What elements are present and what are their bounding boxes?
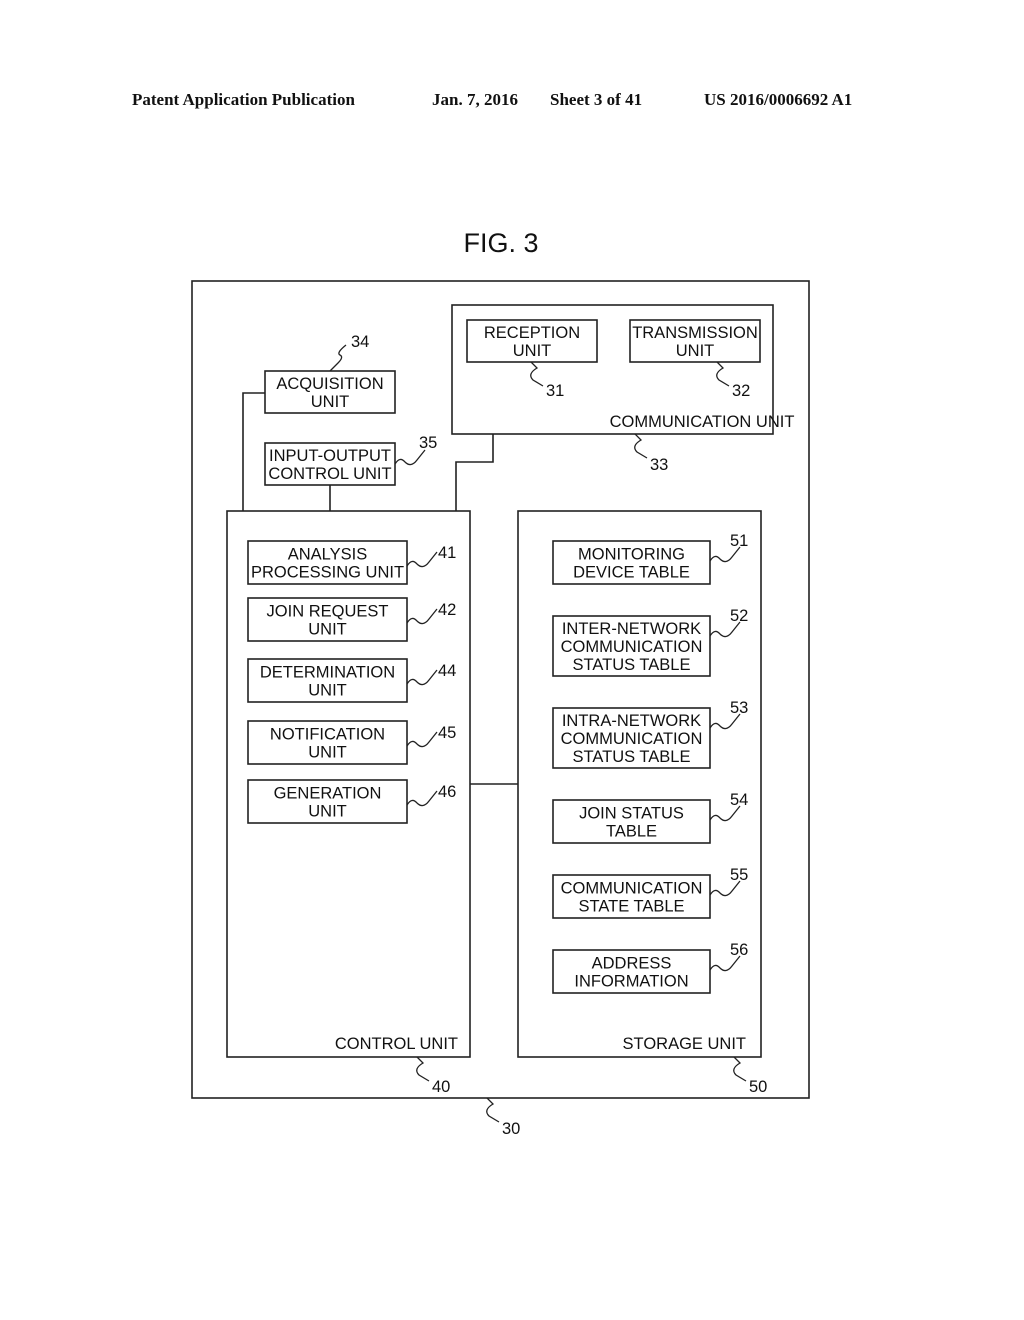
analysis-processing-unit-label-line: PROCESSING UNIT [251, 564, 404, 582]
determination-unit-ref-numeral: 44 [438, 662, 456, 680]
monitoring-device-table-label-line: MONITORING [578, 546, 685, 564]
join-status-table-label-line: JOIN STATUS [579, 805, 684, 823]
intra-network-status-table-label-line: COMMUNICATION [561, 730, 703, 748]
device-ref-numeral: 30 [502, 1120, 520, 1138]
communication-state-table-ref-numeral: 55 [730, 866, 748, 884]
intra-network-status-table-label-line: STATUS TABLE [573, 748, 691, 766]
join-status-table-ref-numeral: 54 [730, 791, 748, 809]
device-leader-line [486, 1097, 500, 1123]
address-information-label-line: ADDRESS [592, 955, 672, 973]
control-unit-label: CONTROL UNIT [335, 1035, 458, 1053]
notification-unit-label-line: UNIT [308, 744, 347, 762]
communication-state-table-label-line: STATE TABLE [578, 898, 684, 916]
io-control-unit-label-line: INPUT-OUTPUT [269, 447, 391, 465]
storage-unit-ref-numeral: 50 [749, 1078, 767, 1096]
inter-network-status-table-ref-numeral: 52 [730, 607, 748, 625]
join-request-unit-label-line: UNIT [308, 621, 347, 639]
reception-unit-ref-numeral: 31 [546, 382, 564, 400]
inter-network-status-table-label-line: INTER-NETWORK [562, 620, 701, 638]
transmission-unit-ref-numeral: 32 [732, 382, 750, 400]
communication-state-table-label-line: COMMUNICATION [561, 880, 703, 898]
control-unit-ref-numeral: 40 [432, 1078, 450, 1096]
intra-network-status-table-label-line: INTRA-NETWORK [562, 712, 701, 730]
join-request-unit-ref-numeral: 42 [438, 601, 456, 619]
io-control-unit-ref-numeral: 35 [419, 434, 437, 452]
generation-unit-label-line: UNIT [308, 803, 347, 821]
storage-unit-label: STORAGE UNIT [623, 1035, 746, 1053]
intra-network-status-table-ref-numeral: 53 [730, 699, 748, 717]
acquisition-unit-ref-numeral: 34 [351, 333, 369, 351]
reception-unit-label-line: UNIT [513, 342, 552, 360]
analysis-processing-unit-ref-numeral: 41 [438, 544, 456, 562]
join-request-unit-label-line: JOIN REQUEST [267, 603, 389, 621]
notification-unit-label-line: NOTIFICATION [270, 726, 385, 744]
address-information-label-line: INFORMATION [574, 973, 688, 991]
join-status-table-label-line: TABLE [606, 823, 657, 841]
communication-unit-label: COMMUNICATION UNIT [610, 413, 795, 431]
communication-unit-ref-numeral: 33 [650, 456, 668, 474]
acquisition-unit-label-line: ACQUISITION [276, 375, 383, 393]
transmission-unit-label-line: TRANSMISSION [632, 324, 758, 342]
determination-unit-label-line: UNIT [308, 682, 347, 700]
monitoring-device-table-label-line: DEVICE TABLE [573, 564, 690, 582]
io-control-unit-label-line: CONTROL UNIT [268, 465, 391, 483]
inter-network-status-table-label-line: COMMUNICATION [561, 638, 703, 656]
block-diagram: COMMUNICATION UNIT CONTROL UNIT STORAGE … [191, 280, 810, 1138]
monitoring-device-table-ref-numeral: 51 [730, 532, 748, 550]
determination-unit-label-line: DETERMINATION [260, 664, 395, 682]
inter-network-status-table-label-line: STATUS TABLE [573, 656, 691, 674]
notification-unit-ref-numeral: 45 [438, 724, 456, 742]
analysis-processing-unit-label-line: ANALYSIS [288, 546, 367, 564]
reception-unit-label-line: RECEPTION [484, 324, 580, 342]
transmission-unit-label-line: UNIT [676, 342, 715, 360]
generation-unit-label-line: GENERATION [274, 785, 382, 803]
address-information-ref-numeral: 56 [730, 941, 748, 959]
acquisition-unit-label-line: UNIT [311, 393, 350, 411]
generation-unit-ref-numeral: 46 [438, 783, 456, 801]
